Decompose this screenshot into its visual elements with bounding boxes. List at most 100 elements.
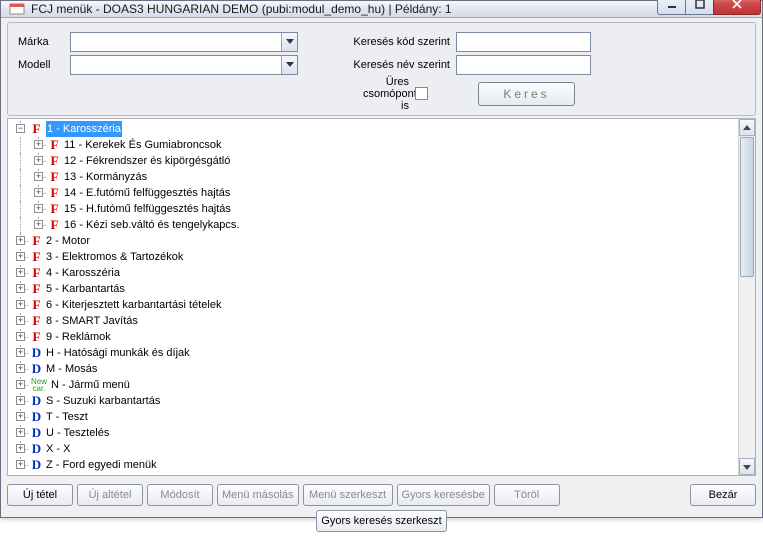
minimize-button[interactable]	[657, 0, 686, 15]
tree-tag-icon: D	[30, 425, 43, 441]
tree-expander[interactable]: +	[16, 316, 25, 325]
scroll-up-arrow[interactable]	[739, 119, 755, 136]
tree-expander[interactable]: +	[16, 348, 25, 357]
tree-node-label: 15 - H.futómű felfüggesztés hajtás	[64, 201, 231, 217]
close-window-button[interactable]: Bezár	[690, 484, 756, 506]
filter-panel: Márka Keresés kód szerint Modell Keresés…	[7, 22, 756, 116]
tree-expander[interactable]: +	[16, 412, 25, 421]
new-subitem-button[interactable]: Új altétel	[77, 484, 143, 506]
tree-node[interactable]: + F16 - Kézi seb.váltó és tengelykapcs.	[12, 217, 738, 233]
close-button[interactable]	[713, 0, 761, 15]
scroll-down-arrow[interactable]	[739, 458, 755, 475]
tree-node[interactable]: +F13 - Kormányzás	[12, 169, 738, 185]
tree-tag-icon: D	[30, 441, 43, 457]
tree-expander[interactable]: +	[16, 396, 25, 405]
tree-node-label: 16 - Kézi seb.váltó és tengelykapcs.	[64, 217, 239, 233]
empty-nodes-checkbox[interactable]	[415, 87, 428, 100]
tree-expander[interactable]: +	[16, 300, 25, 309]
tree-expander[interactable]: +	[16, 364, 25, 373]
tree-expander[interactable]: +	[16, 236, 25, 245]
vertical-scrollbar[interactable]	[738, 119, 755, 475]
tree-tag-icon: D	[30, 393, 43, 409]
scroll-thumb[interactable]	[740, 137, 754, 277]
maximize-button[interactable]	[685, 0, 714, 15]
tree-node[interactable]: +F12 - Fékrendszer és kipörgésgátló	[12, 153, 738, 169]
tree-node-label: 4 - Karosszéria	[46, 265, 120, 281]
tree-node[interactable]: + F4 - Karosszéria	[12, 265, 738, 281]
tree-node[interactable]: +F2 - Motor	[12, 233, 738, 249]
tree-node[interactable]: +F6 - Kiterjesztett karbantartási tétele…	[12, 297, 738, 313]
tree-node[interactable]: +DZ - Ford egyedi menük	[12, 457, 738, 473]
tree-node[interactable]: + DS - Suzuki karbantartás	[12, 393, 738, 409]
tree-node-label: U - Tesztelés	[46, 425, 109, 441]
tree-node-label: M - Mosás	[46, 361, 97, 377]
tree-node-label: S - Suzuki karbantartás	[46, 393, 160, 409]
app-window: FCJ menük - DOAS3 HUNGARIAN DEMO (pubi:m…	[0, 0, 763, 518]
menu-edit-button[interactable]: Menü szerkeszt	[303, 484, 393, 506]
tree-node[interactable]: −F1 - Karosszéria	[12, 121, 738, 137]
tree-node[interactable]: +F5 - Karbantartás	[12, 281, 738, 297]
to-quick-search-button[interactable]: Gyors keresésbe	[397, 484, 490, 506]
tree-expander[interactable]: +	[16, 268, 25, 277]
tree-expander[interactable]: +	[34, 204, 43, 213]
tree-expander[interactable]: +	[16, 332, 25, 341]
tree-tag-icon: F	[30, 121, 43, 137]
tree-expander[interactable]: +	[16, 284, 25, 293]
tree-expander[interactable]: +	[34, 140, 43, 149]
tree-expander[interactable]: +	[16, 428, 25, 437]
brand-label: Márka	[18, 36, 70, 48]
model-combo[interactable]	[70, 55, 298, 75]
tree-tag-icon: F	[30, 265, 43, 281]
tree-node-label: 11 - Kerekek És Gumiabroncsok	[64, 137, 222, 153]
search-code-label: Keresés kód szerint	[348, 36, 456, 48]
modify-button[interactable]: Módosít	[147, 484, 213, 506]
search-code-input[interactable]	[456, 32, 591, 52]
tree-expander[interactable]: −	[16, 124, 25, 133]
tree-expander[interactable]: +	[34, 220, 43, 229]
tree-tag-icon: D	[30, 409, 43, 425]
tree-tag-icon: F	[48, 217, 61, 233]
tree-expander[interactable]: +	[16, 252, 25, 261]
tree-node-label: 1 - Karosszéria	[46, 121, 122, 137]
chevron-down-icon	[281, 33, 297, 51]
tree-node[interactable]: +F3 - Elektromos & Tartozékok	[12, 249, 738, 265]
delete-button[interactable]: Töröl	[494, 484, 560, 506]
tree-node[interactable]: +DT - Teszt	[12, 409, 738, 425]
tree-scroll[interactable]: −F1 - Karosszéria+F11 - Kerekek És Gumia…	[8, 119, 738, 475]
tree-node-label: H - Hatósági munkák és díjak	[46, 345, 190, 361]
tree-node-label: 9 - Reklámok	[46, 329, 111, 345]
tree-node-label: 5 - Karbantartás	[46, 281, 125, 297]
menu-copy-button[interactable]: Menü másolás	[217, 484, 299, 506]
tree-node[interactable]: +F8 - SMART Javítás	[12, 313, 738, 329]
tree-expander[interactable]: +	[16, 380, 25, 389]
brand-combo[interactable]	[70, 32, 298, 52]
button-bar: Új tétel Új altétel Módosít Menü másolás…	[1, 480, 762, 510]
new-item-button[interactable]: Új tétel	[7, 484, 73, 506]
tree-node[interactable]: + F15 - H.futómű felfüggesztés hajtás	[12, 201, 738, 217]
tree-tag-icon: F	[30, 329, 43, 345]
tree-tag-icon: D	[30, 361, 43, 377]
tree-expander[interactable]: +	[34, 156, 43, 165]
tree-node[interactable]: +F11 - Kerekek És Gumiabroncsok	[12, 137, 738, 153]
tree-expander[interactable]: +	[34, 188, 43, 197]
tree-node[interactable]: + DM - Mosás	[12, 361, 738, 377]
tree-expander[interactable]: +	[16, 444, 25, 453]
quick-search-edit-button[interactable]: Gyors keresés szerkeszt	[316, 510, 446, 532]
tree-expander[interactable]: +	[34, 172, 43, 181]
titlebar: FCJ menük - DOAS3 HUNGARIAN DEMO (pubi:m…	[1, 1, 762, 18]
search-name-input[interactable]	[456, 55, 591, 75]
tree-node[interactable]: + F9 - Reklámok	[12, 329, 738, 345]
tree-node[interactable]: +DH - Hatósági munkák és díjak	[12, 345, 738, 361]
tree-expander[interactable]: +	[16, 460, 25, 469]
tree-node[interactable]: + DU - Tesztelés	[12, 425, 738, 441]
search-button[interactable]: Keres	[478, 82, 575, 106]
tree-node-label: 13 - Kormányzás	[64, 169, 147, 185]
tree-tag-icon: F	[48, 201, 61, 217]
window-controls	[658, 0, 762, 15]
tree-node-label: 12 - Fékrendszer és kipörgésgátló	[64, 153, 230, 169]
tree-node[interactable]: +F14 - E.futómű felfüggesztés hajtás	[12, 185, 738, 201]
tree-node-label: 8 - SMART Javítás	[46, 313, 138, 329]
tree-node[interactable]: +DX - X	[12, 441, 738, 457]
app-icon	[9, 1, 25, 17]
tree-node[interactable]: +Newcar.N - Jármű menü	[12, 377, 738, 393]
